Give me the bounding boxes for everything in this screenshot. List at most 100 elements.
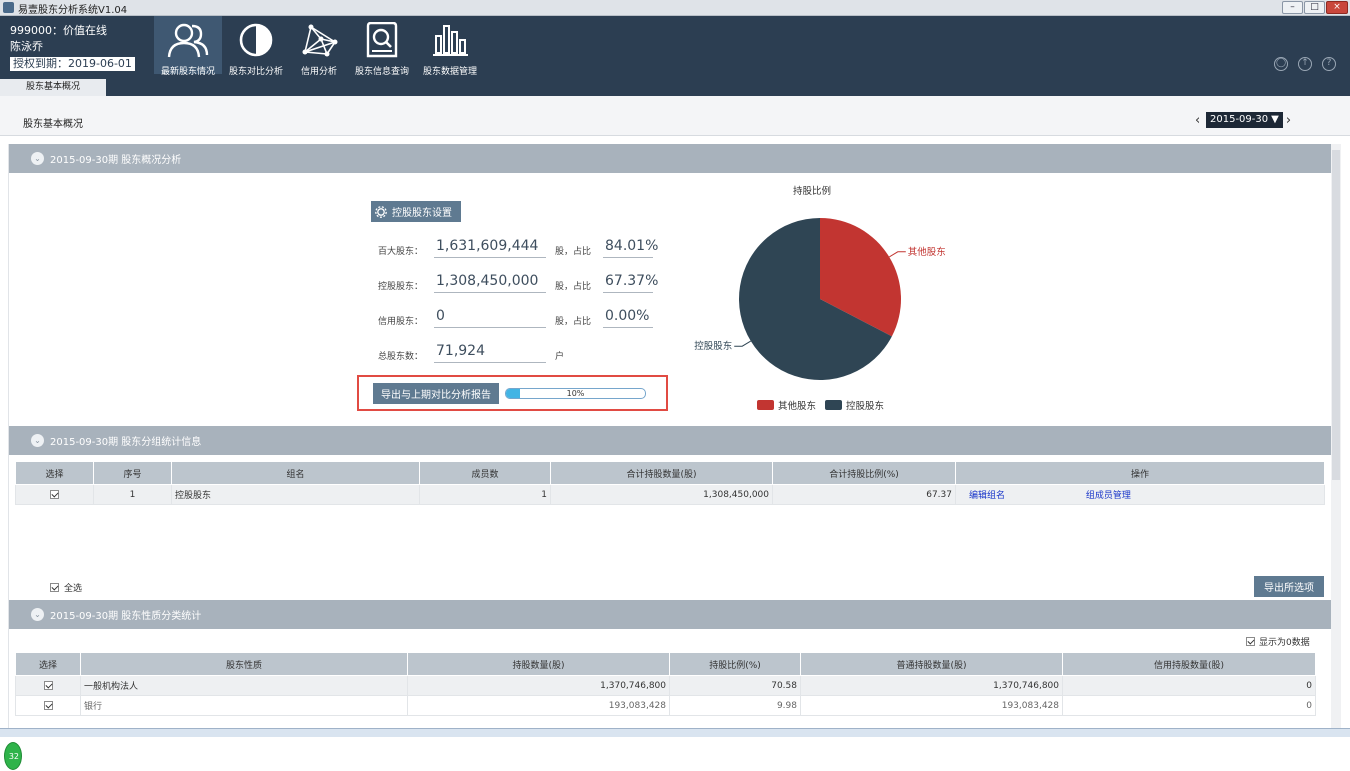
tab-bar: 股东基本概况 bbox=[0, 78, 1350, 96]
close-button[interactable]: × bbox=[1326, 1, 1348, 14]
stat-label: 总股东数： bbox=[378, 352, 424, 362]
ratio: 70.58 bbox=[669, 675, 801, 696]
stat-percent: 84.01% bbox=[603, 238, 658, 258]
selected-date: 2015-09-30 bbox=[1210, 114, 1269, 125]
stat-label: 信用股东： bbox=[378, 317, 424, 327]
section-title: 2015-09-30期 股东概况分析 bbox=[50, 155, 182, 166]
column-header: 序号 bbox=[93, 461, 172, 485]
search-doc-icon bbox=[366, 22, 398, 58]
stat-credit: 信用股东： 0 股，占比 0.00% bbox=[378, 308, 668, 328]
main-content: ⌄ 2015-09-30期 股东概况分析 控股股东设置 百大股东： 1,631,… bbox=[4, 144, 1331, 770]
export-compare-report-button[interactable]: 导出与上期对比分析报告 bbox=[373, 383, 499, 404]
account-id: 999000：价值在线 bbox=[10, 24, 107, 37]
collapse-icon[interactable]: ⌄ bbox=[31, 434, 44, 447]
app-header: 999000：价值在线 陈泳乔 授权到期：2019-06-01 最新股东情况 股… bbox=[0, 16, 1350, 96]
export-progress-bar: 10% bbox=[505, 388, 646, 399]
edit-group-name-link[interactable]: 编辑组名 bbox=[969, 491, 1005, 501]
section-nature-stats-header[interactable]: ⌄ 2015-09-30期 股东性质分类统计 bbox=[9, 600, 1331, 629]
vertical-scrollbar[interactable] bbox=[1331, 144, 1341, 737]
nav-shareholder-query[interactable]: 股东信息查询 bbox=[348, 16, 416, 77]
auth-expiry: 授权到期：2019-06-01 bbox=[10, 57, 135, 71]
bar-chart-icon bbox=[433, 25, 469, 56]
export-selected-button[interactable]: 导出所选项 bbox=[1254, 576, 1324, 597]
section-title: 2015-09-30期 股东分组统计信息 bbox=[50, 437, 202, 448]
nav-latest-shareholders[interactable]: 最新股东情况 bbox=[154, 16, 223, 77]
nav-data-management[interactable]: 股东数据管理 bbox=[416, 16, 484, 77]
minimize-button[interactable]: – bbox=[1282, 1, 1303, 14]
select-all[interactable]: 全选 bbox=[50, 581, 82, 594]
row-checkbox[interactable] bbox=[50, 489, 59, 499]
column-header: 成员数 bbox=[419, 461, 551, 485]
normal-shares: 1,370,746,800 bbox=[800, 675, 1063, 696]
column-header: 合计持股数量(股) bbox=[550, 461, 773, 485]
scrollbar-thumb[interactable] bbox=[1332, 150, 1340, 480]
total-ratio: 67.37 bbox=[772, 484, 956, 505]
controlling-shareholder-settings-button[interactable]: 控股股东设置 bbox=[371, 201, 461, 222]
legend-swatch[interactable] bbox=[757, 400, 774, 410]
nature-stats-table: 选择 股东性质 持股数量(股) 持股比例(%) 普通持股数量(股) 信用持股数量… bbox=[15, 652, 1316, 716]
credit-shares: 0 bbox=[1062, 675, 1316, 696]
manage-members-link[interactable]: 组成员管理 bbox=[1086, 491, 1131, 501]
column-header: 组名 bbox=[171, 461, 420, 485]
collapse-icon[interactable]: ⌄ bbox=[31, 608, 44, 621]
upload-icon[interactable]: ↑ bbox=[1298, 57, 1312, 71]
network-icon bbox=[302, 24, 338, 57]
row-checkbox[interactable] bbox=[43, 680, 53, 690]
collapse-icon[interactable]: ⌄ bbox=[31, 152, 44, 165]
stat-value: 1,631,609,444 bbox=[434, 238, 546, 258]
next-date-icon[interactable]: › bbox=[1286, 113, 1294, 128]
stat-top100: 百大股东： 1,631,609,444 股，占比 84.01% bbox=[378, 238, 668, 258]
shareholder-type: 银行 bbox=[80, 695, 408, 716]
progress-label: 10% bbox=[566, 389, 585, 398]
show-zero-checkbox[interactable] bbox=[1246, 637, 1255, 646]
nav-credit-analysis[interactable]: 信用分析 bbox=[290, 16, 348, 77]
window-title: 易壹股东分析系统V1.04 bbox=[18, 5, 128, 16]
credit-shares: 0 bbox=[1062, 695, 1316, 716]
member-count: 1 bbox=[419, 484, 551, 505]
stat-controlling: 控股股东： 1,308,450,000 股，占比 67.37% bbox=[378, 273, 668, 293]
row-checkbox[interactable] bbox=[43, 700, 53, 710]
operations-cell: 编辑组名 组成员管理 bbox=[955, 484, 1325, 505]
show-zero-data[interactable]: 显示为0数据 bbox=[1246, 635, 1310, 648]
section-group-stats-header[interactable]: ⌄ 2015-09-30期 股东分组统计信息 bbox=[9, 426, 1331, 455]
table-row: 1 控股股东 1 1,308,450,000 67.37 编辑组名 组成员管理 bbox=[15, 484, 1325, 505]
table-row: 银行 193,083,428 9.98 193,083,428 0 bbox=[15, 695, 1316, 716]
nav-label: 股东对比分析 bbox=[229, 67, 284, 77]
user-name: 陈泳乔 bbox=[10, 40, 43, 53]
column-header: 信用持股数量(股) bbox=[1062, 652, 1316, 676]
page-title: 股东基本概况 bbox=[23, 119, 83, 130]
stat-unit: 股，占比 bbox=[555, 247, 592, 257]
stat-value: 71,924 bbox=[434, 343, 546, 363]
prev-date-icon[interactable]: ‹ bbox=[1195, 113, 1203, 128]
user-info: 999000：价值在线 陈泳乔 授权到期：2019-06-01 bbox=[10, 23, 135, 72]
restore-button[interactable]: □ bbox=[1304, 1, 1325, 14]
group-name: 控股股东 bbox=[171, 484, 420, 505]
legend-label[interactable]: 控股股东 bbox=[846, 400, 884, 412]
nav-compare-analysis[interactable]: 股东对比分析 bbox=[222, 16, 290, 77]
legend-swatch[interactable] bbox=[825, 400, 842, 410]
total-shares: 1,308,450,000 bbox=[550, 484, 773, 505]
group-stats-table: 选择 序号 组名 成员数 合计持股数量(股) 合计持股比例(%) 操作 1 控股… bbox=[15, 461, 1325, 505]
stat-value: 0 bbox=[434, 308, 546, 328]
user-circle-icon[interactable]: ◯ bbox=[1274, 57, 1288, 71]
nav-label: 股东数据管理 bbox=[423, 67, 478, 77]
floating-badge[interactable]: 32 bbox=[4, 742, 22, 770]
section-overview-header[interactable]: ⌄ 2015-09-30期 股东概况分析 bbox=[9, 144, 1331, 173]
normal-shares: 193,083,428 bbox=[800, 695, 1063, 716]
date-dropdown[interactable]: 2015-09-30 ▼ bbox=[1206, 112, 1283, 128]
column-header: 股东性质 bbox=[80, 652, 408, 676]
row-checkbox-cell bbox=[15, 484, 94, 505]
stat-total-holders: 总股东数： 71,924 户 bbox=[378, 343, 668, 363]
legend-label[interactable]: 其他股东 bbox=[778, 400, 816, 412]
stat-percent: 0.00% bbox=[603, 308, 653, 328]
row-checkbox-cell bbox=[15, 675, 81, 696]
select-all-checkbox[interactable] bbox=[50, 583, 59, 592]
pie-label-line bbox=[734, 340, 752, 347]
nav-label: 最新股东情况 bbox=[161, 67, 216, 77]
tab-shareholder-overview[interactable]: 股东基本概况 bbox=[0, 79, 106, 96]
nav-label: 股东信息查询 bbox=[355, 67, 410, 77]
help-icon[interactable]: ? bbox=[1322, 57, 1336, 71]
row-index: 1 bbox=[93, 484, 172, 505]
stat-value: 1,308,450,000 bbox=[434, 273, 546, 293]
shareholder-type: 一般机构法人 bbox=[80, 675, 408, 696]
